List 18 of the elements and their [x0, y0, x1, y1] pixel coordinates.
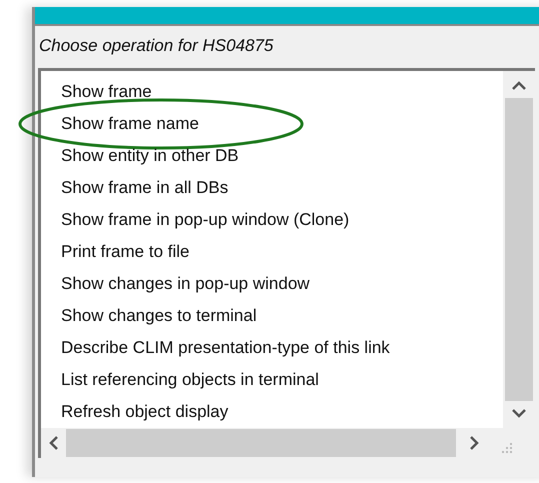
operation-item[interactable]: List referencing objects in terminal	[61, 367, 319, 393]
operation-item[interactable]: Show frame	[61, 79, 152, 105]
operation-item[interactable]: Show changes in pop-up window	[61, 271, 310, 297]
prompt-text: Choose operation for HS04875	[38, 35, 274, 57]
scroll-left-icon[interactable]	[49, 436, 58, 450]
operation-item[interactable]: Show changes to terminal	[61, 303, 257, 329]
operation-item[interactable]: Show frame in all DBs	[61, 175, 228, 201]
scrollbar-thumb[interactable]	[505, 98, 533, 401]
operation-item[interactable]: Show frame in pop-up window (Clone)	[61, 207, 350, 233]
operation-item[interactable]: Describe CLIM presentation-type of this link	[61, 335, 390, 361]
operation-item[interactable]: Print frame to file	[61, 239, 190, 265]
scroll-up-icon[interactable]	[512, 81, 526, 90]
operation-item[interactable]: Show entity in other DB	[61, 143, 239, 169]
scroll-right-icon[interactable]	[470, 436, 479, 450]
operation-item[interactable]: Refresh object display	[61, 399, 228, 425]
horizontal-scrollbar-thumb[interactable]	[66, 429, 456, 457]
resize-grip-icon[interactable]	[501, 442, 513, 454]
scroll-down-icon[interactable]	[512, 409, 526, 418]
